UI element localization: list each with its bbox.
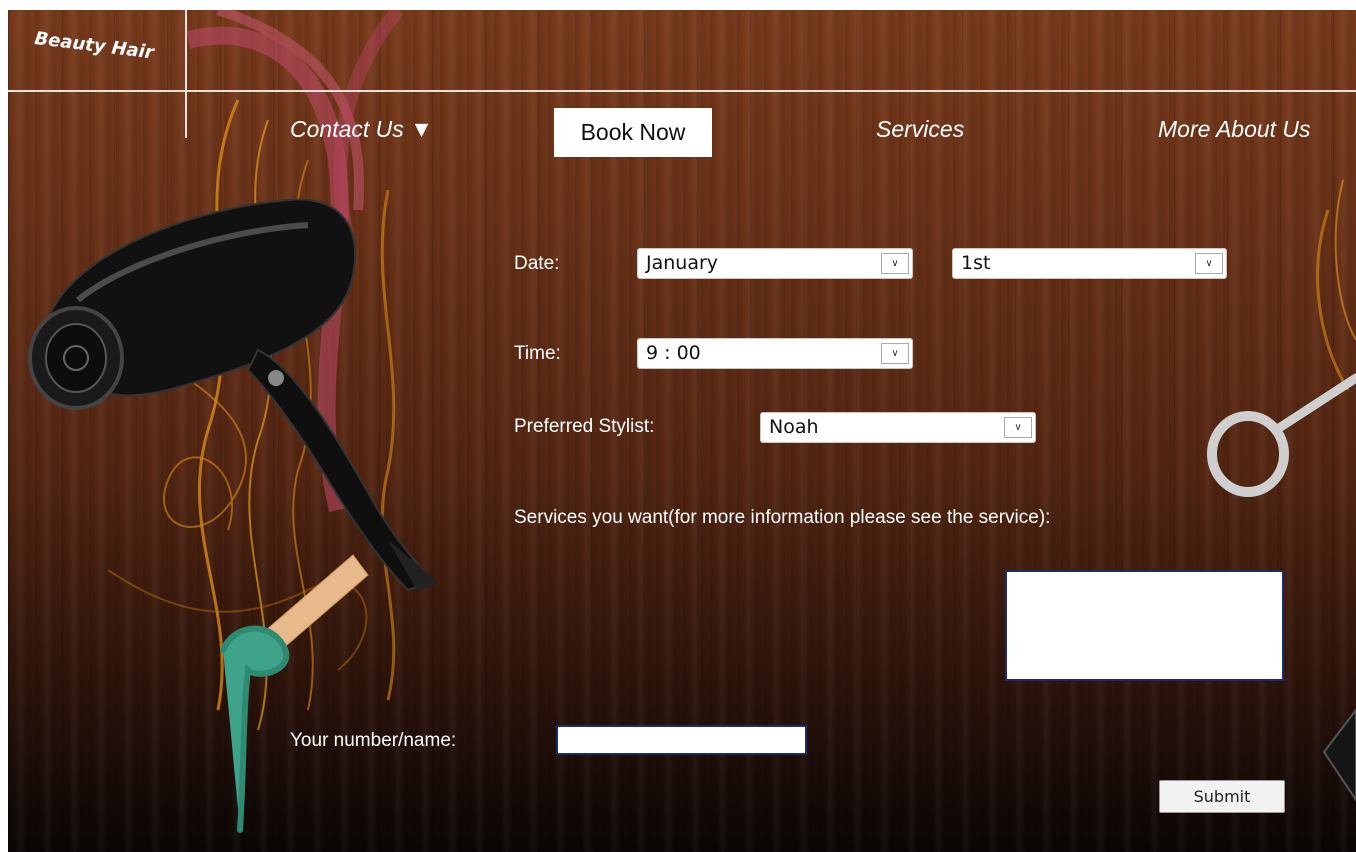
stylist-select[interactable]: Noah ∨ bbox=[760, 412, 1036, 443]
chevron-down-icon[interactable]: ∨ bbox=[881, 253, 909, 274]
services-label: Services you want(for more information p… bbox=[514, 507, 1051, 528]
chevron-down-icon[interactable]: ∨ bbox=[881, 343, 909, 364]
nav-more-about-us[interactable]: More About Us bbox=[1158, 116, 1311, 143]
time-select[interactable]: 9 : 00 ∨ bbox=[637, 338, 913, 369]
page-background: Beauty Hair Contact Us ▼ Book Now Servic… bbox=[8, 10, 1356, 852]
logo-divider bbox=[185, 10, 187, 138]
book-now-button[interactable]: Book Now bbox=[554, 108, 712, 157]
nav-services[interactable]: Services bbox=[876, 116, 964, 143]
month-select-value: January bbox=[646, 252, 719, 274]
stylist-label: Preferred Stylist: bbox=[514, 416, 655, 437]
time-label: Time: bbox=[514, 343, 561, 364]
chevron-down-icon[interactable]: ∨ bbox=[1004, 417, 1032, 438]
chevron-down-icon[interactable]: ∨ bbox=[1195, 253, 1223, 274]
nav-contact-us[interactable]: Contact Us ▼ bbox=[290, 116, 433, 143]
services-textarea[interactable] bbox=[1005, 570, 1284, 681]
hair-dryer-icon bbox=[28, 198, 438, 592]
day-select[interactable]: 1st ∨ bbox=[952, 248, 1227, 279]
submit-button[interactable]: Submit bbox=[1159, 780, 1285, 813]
date-label: Date: bbox=[514, 253, 560, 274]
day-select-value: 1st bbox=[961, 252, 991, 274]
name-label: Your number/name: bbox=[290, 730, 457, 751]
stylist-select-value: Noah bbox=[769, 416, 819, 438]
time-select-value: 9 : 00 bbox=[646, 342, 701, 364]
header-divider bbox=[8, 90, 1356, 92]
name-input[interactable] bbox=[556, 725, 807, 755]
month-select[interactable]: January ∨ bbox=[637, 248, 913, 279]
